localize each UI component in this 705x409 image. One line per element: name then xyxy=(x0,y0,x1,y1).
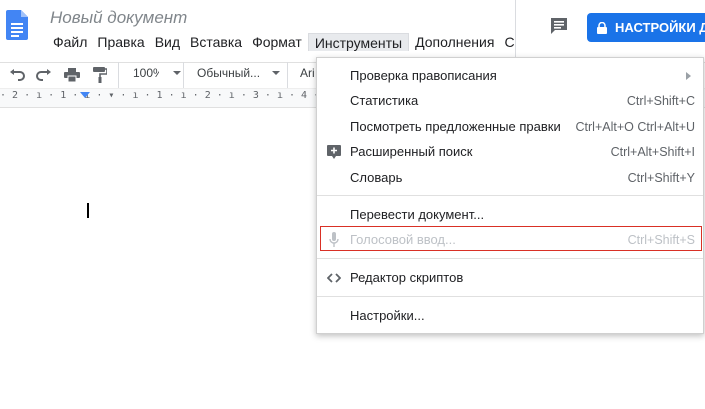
menu-item-label: Статистика xyxy=(350,93,419,108)
menu-tools[interactable]: Инструменты xyxy=(307,33,410,51)
document-title[interactable]: Новый документ xyxy=(50,8,187,28)
comments-icon[interactable] xyxy=(549,16,569,36)
chevron-down-icon xyxy=(173,71,181,75)
lock-icon xyxy=(597,21,607,34)
zoom-value: 100% xyxy=(133,66,159,80)
menu-item-shortcut: Ctrl+Shift+Y xyxy=(627,170,695,185)
menu-item-label: Словарь xyxy=(350,170,403,185)
tools-menu: Проверка правописания Статистика Ctrl+Sh… xyxy=(316,57,704,334)
menu-item-label: Посмотреть предложенные правки xyxy=(350,119,561,134)
toolbar-divider xyxy=(287,62,288,90)
menu-item-translate[interactable]: Перевести документ... xyxy=(317,202,703,227)
code-icon xyxy=(326,270,342,286)
menu-view[interactable]: Вид xyxy=(151,33,184,51)
menu-item-word-count[interactable]: Статистика Ctrl+Shift+C xyxy=(317,88,703,113)
indent-marker[interactable] xyxy=(80,92,90,98)
menu-item-review-suggestions[interactable]: Посмотреть предложенные правки Ctrl+Alt+… xyxy=(317,114,703,139)
menu-divider xyxy=(317,296,703,297)
font-value: Ari xyxy=(300,66,315,80)
header-divider xyxy=(515,0,516,58)
toolbar-divider xyxy=(118,62,119,90)
font-select[interactable]: Ari xyxy=(300,66,315,80)
text-cursor xyxy=(87,203,89,218)
menu-insert[interactable]: Вставка xyxy=(186,33,246,51)
menu-divider xyxy=(317,195,703,196)
explore-icon xyxy=(326,144,342,160)
share-button[interactable]: НАСТРОЙКИ Д xyxy=(587,13,705,42)
menu-item-preferences[interactable]: Настройки... xyxy=(317,303,703,328)
menu-item-label: Настройки... xyxy=(350,308,425,323)
chevron-down-icon xyxy=(272,71,281,75)
menu-item-shortcut: Ctrl+Shift+C xyxy=(626,93,695,108)
redo-icon[interactable] xyxy=(35,66,53,84)
undo-icon[interactable] xyxy=(8,66,26,84)
zoom-select[interactable]: 100% xyxy=(133,66,181,80)
menu-item-explore[interactable]: Расширенный поиск Ctrl+Alt+Shift+I xyxy=(317,139,703,164)
paragraph-style-select[interactable]: Обычный... xyxy=(197,66,281,80)
paint-format-icon[interactable] xyxy=(91,66,109,84)
menu-item-label: Проверка правописания xyxy=(350,68,497,83)
menu-item-label: Редактор скриптов xyxy=(350,270,464,285)
docs-logo-icon[interactable] xyxy=(6,10,28,40)
menu-item-spelling[interactable]: Проверка правописания xyxy=(317,63,703,88)
share-button-label: НАСТРОЙКИ Д xyxy=(615,20,705,35)
menu-file[interactable]: Файл xyxy=(49,33,91,51)
menu-divider xyxy=(317,258,703,259)
menu-item-script-editor[interactable]: Редактор скриптов xyxy=(317,265,703,290)
paragraph-style-value: Обычный... xyxy=(197,66,261,80)
menu-item-label: Перевести документ... xyxy=(350,207,485,222)
menu-addons[interactable]: Дополнения xyxy=(411,33,498,51)
print-icon[interactable] xyxy=(63,66,81,84)
highlight-frame xyxy=(320,226,702,251)
submenu-arrow-icon xyxy=(686,72,691,80)
toolbar-divider xyxy=(183,62,184,90)
menu-edit[interactable]: Правка xyxy=(93,33,148,51)
menu-format[interactable]: Формат xyxy=(248,33,306,51)
menu-bar: Файл Правка Вид Вставка Формат Инструмен… xyxy=(49,33,521,51)
menu-item-dictionary[interactable]: Словарь Ctrl+Shift+Y xyxy=(317,165,703,190)
menu-item-shortcut: Ctrl+Alt+O Ctrl+Alt+U xyxy=(575,119,695,134)
menu-item-shortcut: Ctrl+Alt+Shift+I xyxy=(610,144,695,159)
menu-item-label: Расширенный поиск xyxy=(350,144,473,159)
